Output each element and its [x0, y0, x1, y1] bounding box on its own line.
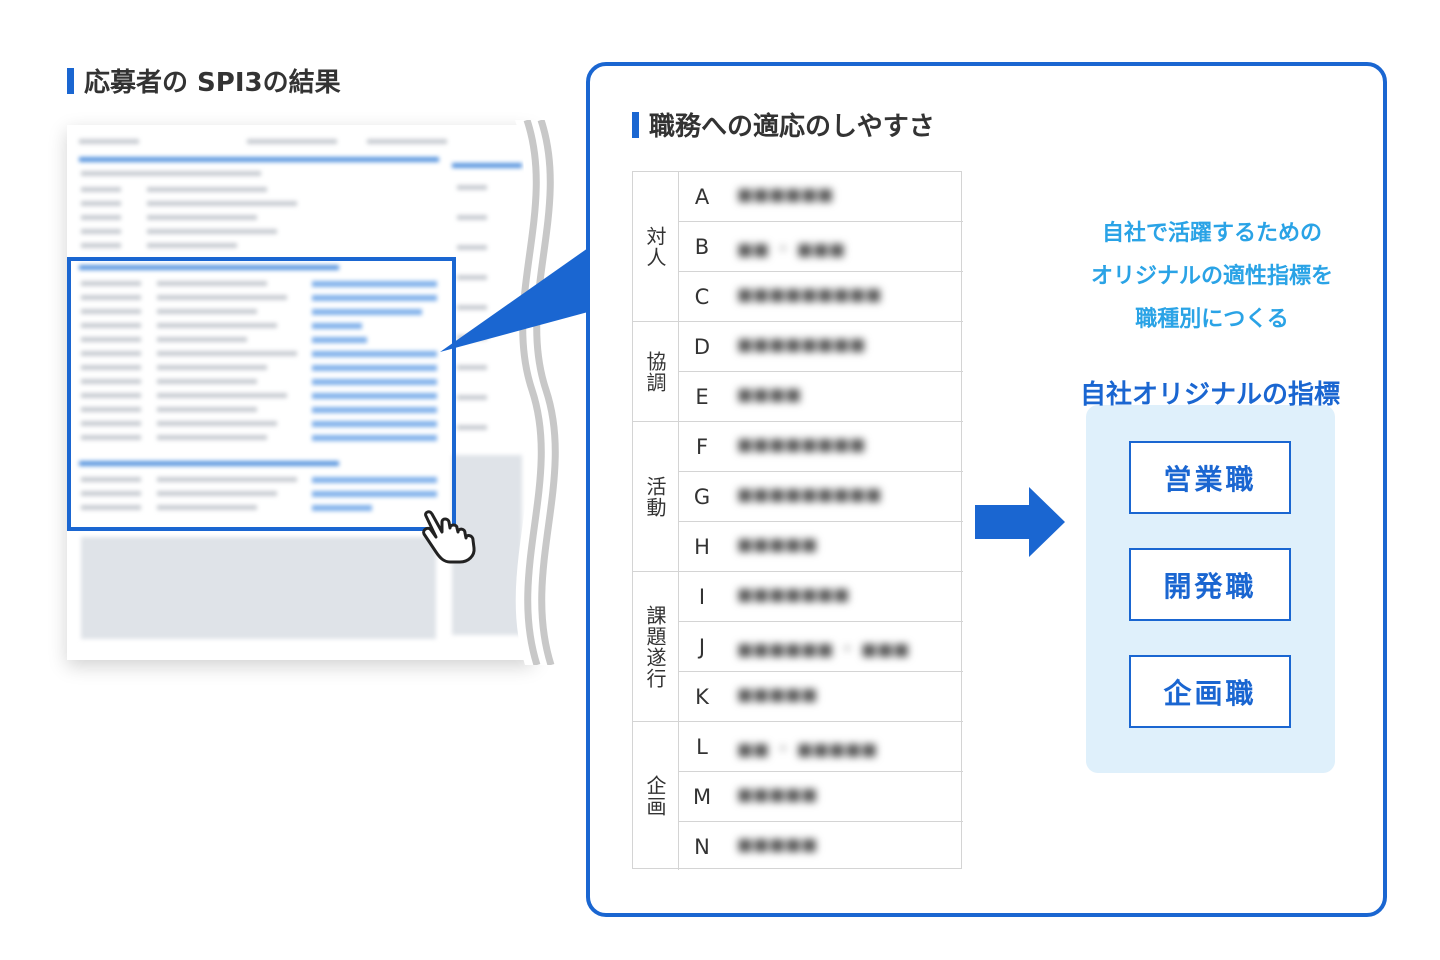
torn-edge-wave — [510, 120, 565, 665]
job-development: 開発職 — [1129, 548, 1291, 621]
group-label: 対人 — [633, 172, 679, 322]
table-row: I ■■■■■■■ — [679, 572, 963, 622]
tagline: 自社で活躍するための オリジナルの適性指標を 職種別につくる — [1062, 212, 1362, 341]
job-adaptability-heading-text: 職務への適応のしやすさ — [649, 112, 935, 142]
table-row: C ■■■■■■■■■ — [679, 272, 963, 322]
group-label: 協調 — [633, 322, 679, 422]
tagline-line: 自社で活躍するための — [1101, 221, 1322, 246]
job-adaptability-heading: 職務への適応のしやすさ — [632, 106, 935, 143]
heading-accent-bar — [67, 67, 74, 94]
table-row: L ■■ ・ ■■■■■ — [679, 722, 963, 772]
pointer-hand-icon — [422, 510, 476, 564]
table-row: F ■■■■■■■■ — [679, 422, 963, 472]
table-row: K ■■■■■ — [679, 672, 963, 722]
spi3-result-heading-text: 応募者の SPI3の結果 — [84, 68, 341, 98]
job-sales: 営業職 — [1129, 441, 1291, 514]
right-arrow-icon — [975, 487, 1065, 557]
table-row: G ■■■■■■■■■ — [679, 472, 963, 522]
table-row: E ■■■■ — [679, 372, 963, 422]
tagline-line: オリジナルの適性指標を — [1090, 264, 1333, 289]
tagline-line: 職種別につくる — [1135, 307, 1289, 332]
spi3-result-heading: 応募者の SPI3の結果 — [67, 62, 341, 99]
group-label: 課題遂行 — [633, 572, 679, 722]
adaptability-table: 対人 協調 活動 課題遂行 企画 A ■■■■■■ B ■■ ・ ■■■ C ■■■■… — [632, 171, 963, 870]
table-row: H ■■■■■ — [679, 522, 963, 572]
highlight-frame — [67, 257, 456, 531]
table-row: N ■■■■■ — [694, 835, 818, 859]
group-label: 活動 — [633, 422, 679, 572]
table-row: J ■■■■■■ ・ ■■■ — [679, 622, 963, 672]
original-index-title: 自社オリジナルの指標 — [1079, 380, 1340, 410]
table-row: A ■■■■■■ — [679, 172, 963, 222]
job-planning: 企画職 — [1129, 655, 1291, 728]
table-row: B ■■ ・ ■■■ — [679, 222, 963, 272]
group-label: 企画 — [633, 722, 679, 870]
table-row: D ■■■■■■■■ — [679, 322, 963, 372]
table-row: M ■■■■■ — [679, 772, 963, 822]
heading-accent-bar — [632, 111, 639, 138]
